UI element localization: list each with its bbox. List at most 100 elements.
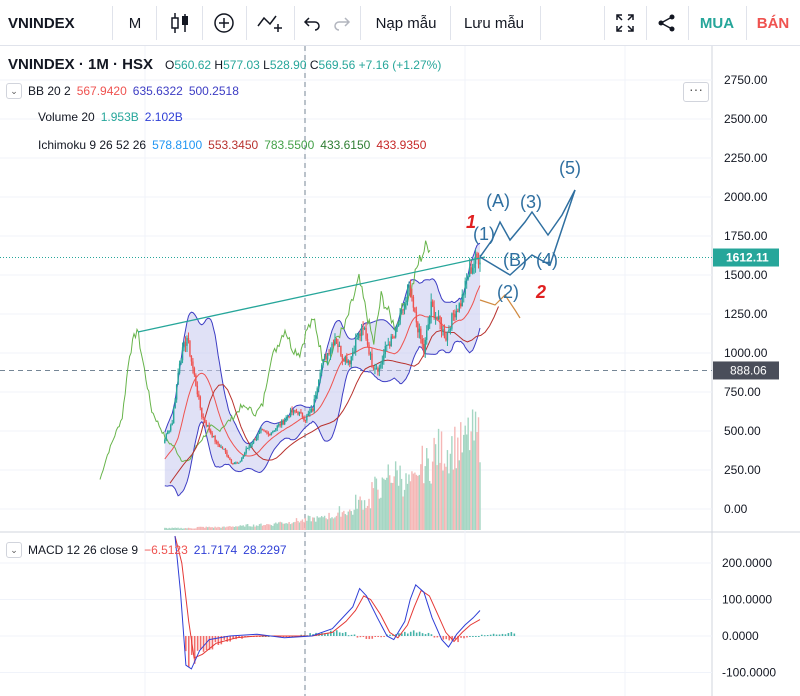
candle-body: [359, 333, 361, 336]
add-indicator-icon[interactable]: [206, 0, 242, 46]
bb-legend[interactable]: ⌄ BB 20 2 567.9420 635.6322 500.2518: [6, 83, 239, 99]
collapse-chevron-icon[interactable]: ⌄: [6, 83, 22, 99]
volume-bar: [455, 468, 458, 530]
candle-body: [360, 328, 363, 336]
volume-bar: [476, 432, 478, 530]
candle-body: [352, 352, 354, 357]
candle-body: [458, 303, 460, 312]
volume-bar: [415, 474, 418, 530]
macd-histogram-bar: [365, 636, 368, 639]
sell-button[interactable]: BÁN: [750, 0, 796, 46]
volume-bar: [303, 521, 305, 530]
volume-bar: [350, 511, 352, 530]
volume-bar: [282, 523, 284, 530]
candle-body: [221, 446, 224, 449]
candle-body: [424, 339, 426, 353]
volume-bar: [315, 521, 317, 530]
legend-close-label: C: [309, 58, 319, 72]
macd-histogram-bar: [335, 630, 338, 636]
ichimoku-lagging: 783.5500: [264, 138, 315, 152]
ichimoku-lead2: 433.9350: [376, 138, 427, 152]
bb-upper: 635.6322: [132, 84, 183, 98]
volume-bar: [414, 472, 416, 530]
macd-histogram-bar: [466, 636, 468, 638]
load-template-button[interactable]: Nạp mẫu: [366, 0, 446, 46]
volume-bar: [400, 478, 403, 530]
candle-body: [315, 395, 317, 399]
compare-icon[interactable]: [250, 0, 290, 46]
candle-body: [322, 359, 324, 366]
symbol-search[interactable]: VNINDEX: [8, 0, 88, 46]
macd-histogram-bar: [196, 636, 199, 651]
volume-bar: [202, 526, 204, 530]
volume-bar: [354, 494, 357, 530]
candle-body: [445, 337, 447, 341]
volume-bar: [442, 470, 444, 530]
macd-histogram-bar: [433, 636, 436, 638]
macd-histogram-bar: [510, 632, 513, 636]
volume-bar: [434, 444, 437, 530]
candle-body: [196, 385, 199, 395]
candle-body: [387, 344, 389, 346]
macd-histogram-bar: [406, 633, 409, 636]
volume-bar: [391, 482, 394, 530]
volume-bar: [187, 527, 190, 530]
volume-bar: [263, 524, 265, 530]
volume-bar: [248, 526, 250, 530]
candle-body: [412, 297, 415, 308]
undo-icon[interactable]: [298, 0, 326, 46]
volume-bar: [426, 448, 428, 530]
candle-body: [381, 360, 384, 365]
volume-bar: [362, 509, 364, 530]
volume-legend[interactable]: Volume 20 1.953B 2.102B: [38, 110, 183, 124]
candle-body: [365, 328, 367, 339]
candle-style-icon[interactable]: [162, 0, 198, 46]
macd-histogram-bar: [229, 636, 231, 642]
volume-bar: [322, 517, 324, 530]
candle-body: [389, 344, 391, 346]
candle-body: [353, 351, 355, 353]
ichimoku-legend[interactable]: Ichimoku 9 26 52 26 578.8100 553.3450 78…: [38, 138, 426, 152]
volume-bar: [461, 452, 463, 530]
candle-body: [467, 276, 469, 280]
candle-body: [164, 439, 166, 443]
candle-body: [319, 372, 321, 381]
toolbar-divider: [540, 6, 541, 40]
candle-body: [448, 330, 450, 333]
interval-button[interactable]: M: [118, 0, 152, 46]
candle-body: [220, 446, 222, 448]
macd-histogram-bar: [483, 635, 486, 637]
volume-bar: [457, 437, 459, 530]
macd-histogram-bar: [436, 636, 439, 638]
save-template-button[interactable]: Lưu mẫu: [454, 0, 534, 46]
toolbar-divider: [294, 6, 295, 40]
candle-body: [415, 311, 418, 323]
volume-bar: [264, 525, 267, 530]
volume-bar: [356, 508, 358, 530]
redo-icon[interactable]: [328, 0, 356, 46]
collapse-chevron-icon[interactable]: ⌄: [6, 542, 22, 558]
volume-bar: [421, 445, 423, 530]
candle-body: [258, 431, 261, 434]
share-icon[interactable]: [650, 0, 684, 46]
volume-bar: [205, 526, 207, 530]
candle-body: [428, 315, 431, 325]
volume-bar: [233, 526, 236, 530]
wave-label: (3): [520, 192, 542, 212]
buy-button[interactable]: MUA: [692, 0, 742, 46]
bb-name: BB 20 2: [28, 84, 71, 98]
more-options-icon[interactable]: ···: [683, 82, 709, 102]
macd-legend[interactable]: ⌄ MACD 12 26 close 9 −6.5123 21.7174 28.…: [6, 542, 287, 558]
legend-symbol[interactable]: VNINDEX · 1M · HSX: [8, 56, 153, 73]
volume-bar: [446, 450, 449, 530]
volume-bar: [168, 527, 170, 530]
volume-bar: [300, 520, 302, 530]
legend-close: 569.56: [318, 58, 356, 72]
fullscreen-icon[interactable]: [608, 0, 642, 46]
candle-body: [199, 396, 202, 408]
wave-label: (1): [473, 224, 495, 244]
candle-body: [368, 344, 370, 355]
candle-body: [270, 432, 273, 436]
candle-body: [286, 416, 289, 418]
volume-bar: [443, 463, 446, 530]
